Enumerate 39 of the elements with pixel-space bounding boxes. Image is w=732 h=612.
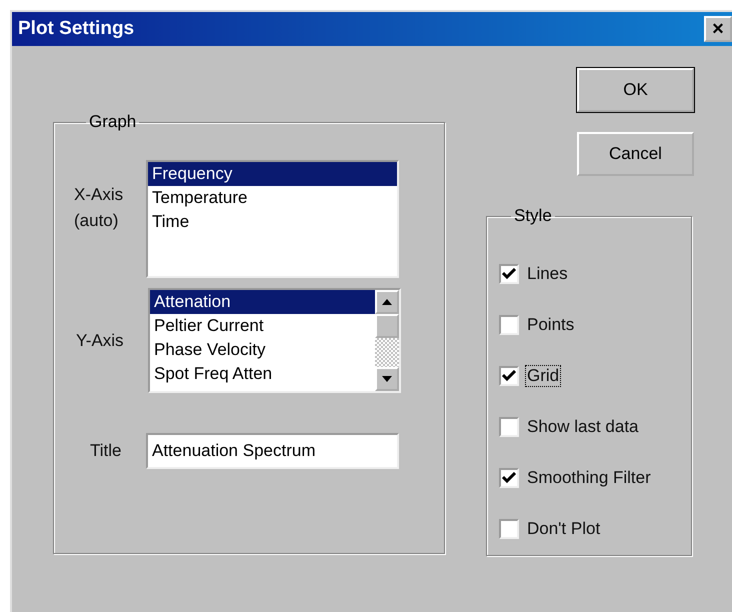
dialog-button[interactable]: Cancel xyxy=(577,132,694,176)
close-button[interactable]: × xyxy=(704,16,732,42)
checkbox-label: Points xyxy=(526,314,576,336)
checkbox-label: Don't Plot xyxy=(526,518,602,540)
checkbox-label: Grid xyxy=(525,364,562,386)
checkbox[interactable] xyxy=(499,416,519,436)
group-legend: Style xyxy=(511,206,555,226)
scroll-down-button[interactable] xyxy=(375,367,399,391)
field-label: Title xyxy=(90,441,122,461)
checkbox-label: Lines xyxy=(526,262,569,284)
list-item[interactable]: Phase Velocity xyxy=(150,338,375,362)
field-label: (auto) xyxy=(74,210,118,232)
checkbox[interactable] xyxy=(499,468,519,488)
checkbox-label: Show last data xyxy=(526,416,640,438)
group-legend: Graph xyxy=(86,112,140,132)
check-icon xyxy=(502,472,516,484)
list-item[interactable]: Spot Freq Atten xyxy=(150,362,375,386)
scroll-up-button[interactable] xyxy=(375,290,399,314)
checkbox-label: Smoothing Filter xyxy=(526,466,652,488)
check-icon xyxy=(502,370,516,382)
field-label: Y-Axis xyxy=(76,330,124,350)
window-title: Plot Settings xyxy=(18,18,134,40)
title-field[interactable]: Attenuation Spectrum xyxy=(146,433,399,469)
up-arrow-icon xyxy=(382,299,392,305)
checkbox[interactable] xyxy=(499,314,519,334)
checkbox[interactable] xyxy=(499,366,519,386)
checkbox[interactable] xyxy=(499,518,519,538)
list-item[interactable]: Peltier Current xyxy=(150,314,375,338)
checkbox[interactable] xyxy=(499,264,519,284)
list-item[interactable]: Temperature xyxy=(148,186,397,210)
dialog-button[interactable]: OK xyxy=(577,68,694,112)
list-item[interactable]: Frequency xyxy=(148,162,397,186)
check-icon xyxy=(502,268,516,280)
list-item[interactable]: Attenation xyxy=(150,290,375,314)
scrollbar[interactable] xyxy=(375,290,399,391)
down-arrow-icon xyxy=(382,376,392,382)
list-item[interactable]: Time xyxy=(148,210,397,234)
field-label: X-Axis xyxy=(74,184,124,206)
scroll-thumb[interactable] xyxy=(375,314,399,338)
